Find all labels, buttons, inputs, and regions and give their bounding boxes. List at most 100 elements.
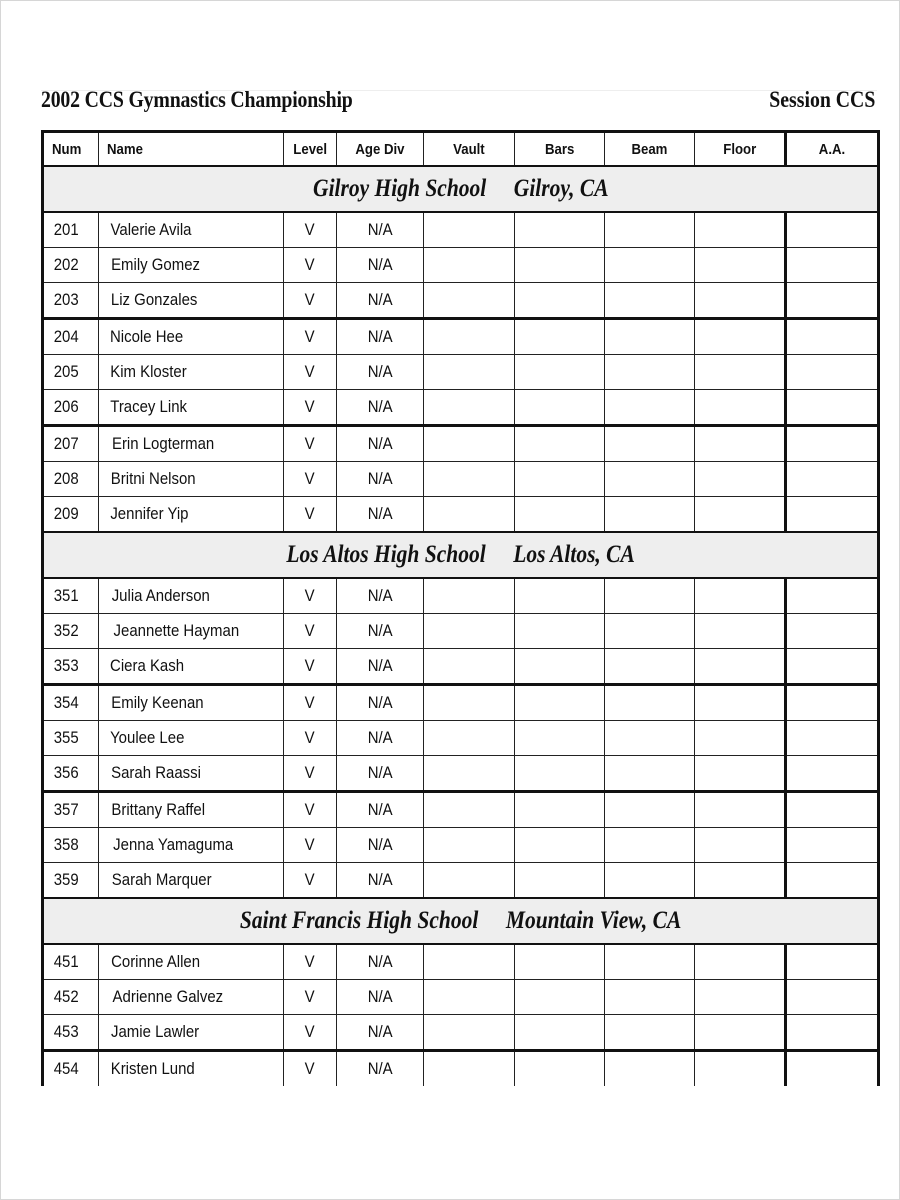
beam-score-cell[interactable]: [604, 648, 695, 686]
beam-score-cell[interactable]: [604, 613, 695, 649]
all-around-score-cell[interactable]: [784, 648, 880, 686]
bars-score-cell[interactable]: [514, 720, 605, 756]
beam-score-cell[interactable]: [604, 979, 695, 1015]
beam-score-cell[interactable]: [604, 1014, 695, 1052]
beam-score-cell[interactable]: [604, 827, 695, 863]
vault-score-cell[interactable]: [423, 827, 515, 863]
floor-score-cell[interactable]: [694, 1014, 786, 1052]
floor-score-cell[interactable]: [694, 247, 786, 283]
bars-score-cell[interactable]: [514, 1014, 605, 1052]
floor-score-cell[interactable]: [694, 461, 786, 497]
floor-score-cell[interactable]: [694, 613, 786, 649]
bars-score-cell[interactable]: [514, 577, 605, 614]
all-around-score-cell[interactable]: [784, 720, 880, 756]
all-around-score-cell[interactable]: [784, 211, 880, 248]
vault-score-cell[interactable]: [423, 1014, 515, 1052]
bars-score-cell[interactable]: [514, 791, 605, 828]
floor-score-cell[interactable]: [694, 318, 786, 355]
vault-score-cell[interactable]: [423, 247, 515, 283]
floor-score-cell[interactable]: [694, 755, 786, 793]
all-around-score-cell[interactable]: [784, 1014, 880, 1052]
vault-score-cell[interactable]: [423, 496, 515, 533]
all-around-score-cell[interactable]: [784, 979, 880, 1015]
floor-score-cell[interactable]: [694, 684, 786, 721]
beam-score-cell[interactable]: [604, 684, 695, 721]
floor-score-cell[interactable]: [694, 979, 786, 1015]
bars-score-cell[interactable]: [514, 613, 605, 649]
floor-score-cell[interactable]: [694, 354, 786, 390]
all-around-score-cell[interactable]: [784, 862, 880, 899]
floor-score-cell[interactable]: [694, 1050, 786, 1086]
vault-score-cell[interactable]: [423, 720, 515, 756]
vault-score-cell[interactable]: [423, 979, 515, 1015]
beam-score-cell[interactable]: [604, 247, 695, 283]
bars-score-cell[interactable]: [514, 862, 605, 899]
beam-score-cell[interactable]: [604, 755, 695, 793]
all-around-score-cell[interactable]: [784, 577, 880, 614]
bars-score-cell[interactable]: [514, 282, 605, 320]
all-around-score-cell[interactable]: [784, 1050, 880, 1086]
all-around-score-cell[interactable]: [784, 354, 880, 390]
all-around-score-cell[interactable]: [784, 791, 880, 828]
bars-score-cell[interactable]: [514, 755, 605, 793]
beam-score-cell[interactable]: [604, 425, 695, 462]
vault-score-cell[interactable]: [423, 613, 515, 649]
all-around-score-cell[interactable]: [784, 247, 880, 283]
floor-score-cell[interactable]: [694, 211, 786, 248]
vault-score-cell[interactable]: [423, 354, 515, 390]
vault-score-cell[interactable]: [423, 577, 515, 614]
all-around-score-cell[interactable]: [784, 496, 880, 533]
all-around-score-cell[interactable]: [784, 684, 880, 721]
beam-score-cell[interactable]: [604, 461, 695, 497]
floor-score-cell[interactable]: [694, 496, 786, 533]
vault-score-cell[interactable]: [423, 1050, 515, 1086]
vault-score-cell[interactable]: [423, 282, 515, 320]
bars-score-cell[interactable]: [514, 684, 605, 721]
floor-score-cell[interactable]: [694, 791, 786, 828]
all-around-score-cell[interactable]: [784, 755, 880, 793]
floor-score-cell[interactable]: [694, 720, 786, 756]
vault-score-cell[interactable]: [423, 943, 515, 980]
bars-score-cell[interactable]: [514, 389, 605, 427]
beam-score-cell[interactable]: [604, 943, 695, 980]
bars-score-cell[interactable]: [514, 247, 605, 283]
floor-score-cell[interactable]: [694, 943, 786, 980]
floor-score-cell[interactable]: [694, 425, 786, 462]
bars-score-cell[interactable]: [514, 979, 605, 1015]
bars-score-cell[interactable]: [514, 496, 605, 533]
all-around-score-cell[interactable]: [784, 389, 880, 427]
all-around-score-cell[interactable]: [784, 827, 880, 863]
bars-score-cell[interactable]: [514, 943, 605, 980]
bars-score-cell[interactable]: [514, 318, 605, 355]
beam-score-cell[interactable]: [604, 791, 695, 828]
bars-score-cell[interactable]: [514, 1050, 605, 1086]
beam-score-cell[interactable]: [604, 354, 695, 390]
floor-score-cell[interactable]: [694, 577, 786, 614]
vault-score-cell[interactable]: [423, 684, 515, 721]
vault-score-cell[interactable]: [423, 648, 515, 686]
all-around-score-cell[interactable]: [784, 425, 880, 462]
beam-score-cell[interactable]: [604, 318, 695, 355]
vault-score-cell[interactable]: [423, 461, 515, 497]
bars-score-cell[interactable]: [514, 648, 605, 686]
beam-score-cell[interactable]: [604, 720, 695, 756]
floor-score-cell[interactable]: [694, 282, 786, 320]
beam-score-cell[interactable]: [604, 282, 695, 320]
all-around-score-cell[interactable]: [784, 461, 880, 497]
floor-score-cell[interactable]: [694, 862, 786, 899]
vault-score-cell[interactable]: [423, 425, 515, 462]
bars-score-cell[interactable]: [514, 354, 605, 390]
beam-score-cell[interactable]: [604, 211, 695, 248]
beam-score-cell[interactable]: [604, 1050, 695, 1086]
bars-score-cell[interactable]: [514, 827, 605, 863]
all-around-score-cell[interactable]: [784, 613, 880, 649]
all-around-score-cell[interactable]: [784, 318, 880, 355]
all-around-score-cell[interactable]: [784, 943, 880, 980]
beam-score-cell[interactable]: [604, 389, 695, 427]
vault-score-cell[interactable]: [423, 791, 515, 828]
beam-score-cell[interactable]: [604, 862, 695, 899]
beam-score-cell[interactable]: [604, 577, 695, 614]
beam-score-cell[interactable]: [604, 496, 695, 533]
vault-score-cell[interactable]: [423, 862, 515, 899]
bars-score-cell[interactable]: [514, 425, 605, 462]
